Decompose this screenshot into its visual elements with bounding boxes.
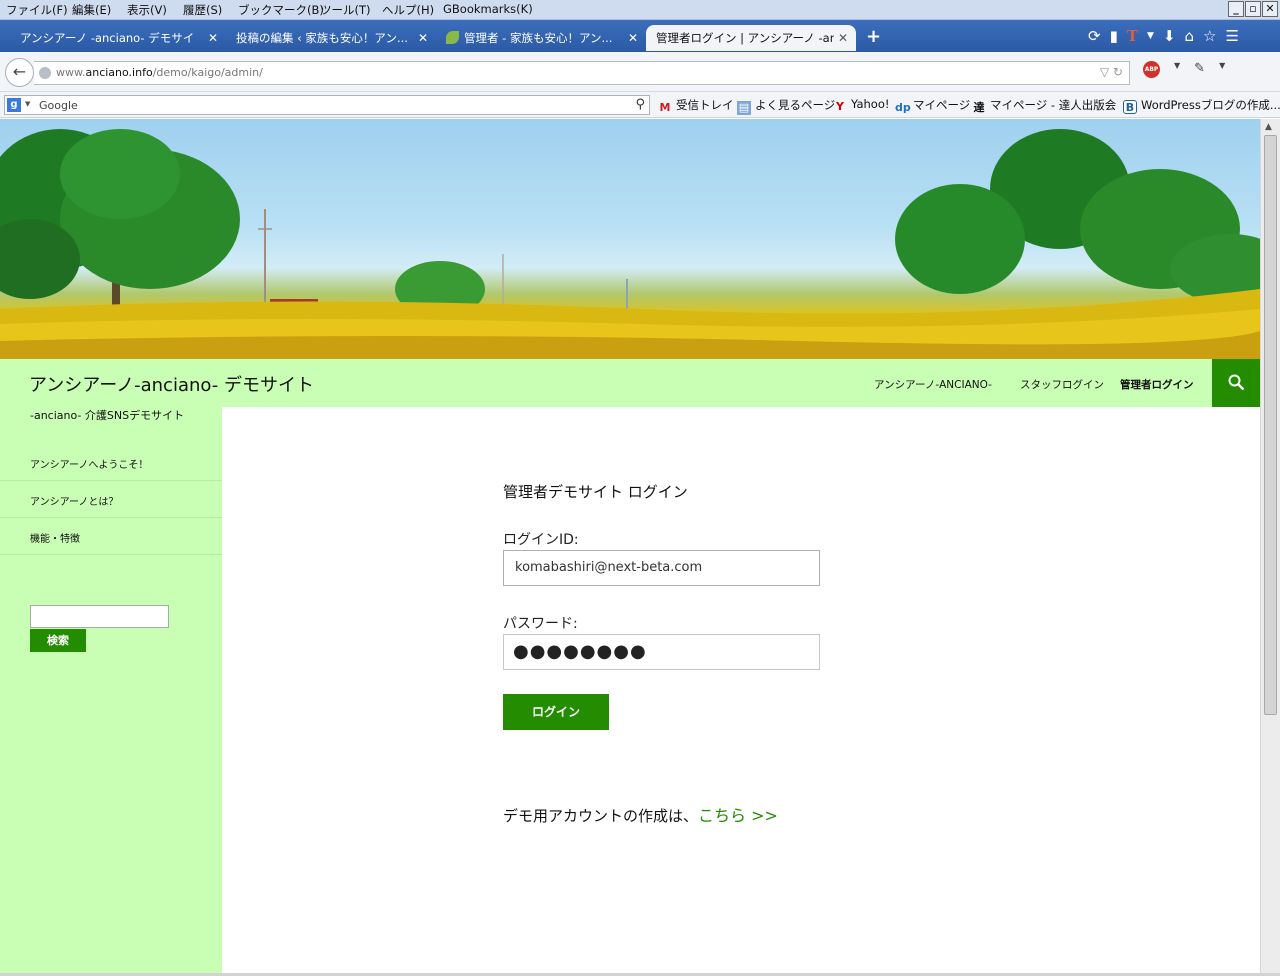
adblock-icon[interactable]: ABP [1143, 61, 1160, 78]
toolbar-icons: ⟳ ▮ T ▼ ⬇ ⌂ ☆ ☰ [1088, 27, 1239, 45]
nav-anciano[interactable]: アンシアーノ-ANCIANO- [874, 377, 992, 392]
bookmark-yahoo[interactable]: Y Yahoo! [833, 97, 889, 114]
scroll-up-icon[interactable]: ▲ [1265, 122, 1272, 132]
star-icon[interactable]: ☆ [1203, 27, 1216, 45]
nav-extension-icons: ABP ▼ ✎ ▼ [1143, 61, 1225, 78]
mypage-icon: dp [895, 101, 911, 114]
search-bar[interactable]: g ▼ Google ⚲ [4, 95, 650, 115]
chevron-down-icon[interactable]: ▼ [1174, 61, 1180, 78]
tab-admin[interactable]: 管理者 - 家族も安心！アン... ✕ [436, 25, 646, 51]
blog-icon: B [1123, 100, 1137, 114]
sidebar-item-label: アンシアーノとは？ [30, 497, 119, 508]
home-icon[interactable]: ⌂ [1185, 27, 1195, 45]
site-title[interactable]: アンシアーノ-anciano- デモサイト [29, 371, 314, 397]
password-label: パスワード: [503, 616, 578, 632]
menu-icon[interactable]: ☰ [1226, 27, 1239, 45]
tab-label: アンシアーノ -anciano- デモサイト... [20, 31, 195, 45]
menu-help[interactable]: ヘルプ(H) [382, 2, 434, 18]
tab-label: 管理者ログイン | アンシアーノ -anc... [656, 31, 834, 45]
tatsujin-icon: 達 [973, 101, 985, 114]
tab-admin-login[interactable]: 管理者ログイン | アンシアーノ -anc... ✕ [646, 25, 856, 51]
menu-view[interactable]: 表示(V) [127, 2, 167, 18]
menu-gbookmarks[interactable]: GBookmarks(K) [443, 2, 533, 16]
scrollbar-thumb[interactable] [1264, 135, 1277, 715]
arrow-left-icon: ← [12, 62, 27, 81]
google-icon: g [7, 98, 21, 112]
demo-account-text: デモ用アカウントの作成は、 [503, 807, 699, 825]
page-scrollbar[interactable]: ▲ [1260, 119, 1280, 973]
login-id-input[interactable]: komabashiri@next-beta.com [503, 550, 820, 586]
yahoo-icon: Y [836, 100, 844, 113]
sync-icon[interactable]: ⟳ [1088, 27, 1101, 45]
leaf-icon [446, 31, 459, 44]
menu-history[interactable]: 履歴(S) [183, 2, 222, 18]
tab-anciano-demo[interactable]: アンシアーノ -anciano- デモサイト... ✕ [10, 25, 226, 51]
search-icon [1228, 374, 1245, 391]
extension-icon[interactable]: ✎ [1194, 61, 1205, 78]
demo-account-line: デモ用アカウントの作成は、こちら >> [503, 802, 778, 826]
tab-edit-post[interactable]: 投稿の編集 ‹ 家族も安心！アン... ✕ [226, 25, 436, 51]
login-id-label: ログインID: [503, 532, 579, 548]
sidebar-item-label: アンシアーノへようこそ！ [30, 460, 149, 471]
tab-close-icon[interactable]: ✕ [208, 25, 218, 51]
tab-label: 投稿の編集 ‹ 家族も安心！アン... [236, 31, 408, 45]
restore-button[interactable]: ▫ [1245, 1, 1261, 17]
login-button[interactable]: ログイン [503, 694, 609, 730]
download-icon[interactable]: ⬇ [1163, 27, 1176, 45]
navigation-bar: ← www.anciano.info/demo/kaigo/admin/ ▽ ↻ [0, 52, 1280, 92]
page-icon: ▤ [737, 101, 751, 115]
password-input[interactable]: ●●●●●●●● [503, 634, 820, 670]
menu-edit[interactable]: 編集(E) [72, 2, 111, 18]
bookmark-tatsujin[interactable]: 達マイページ - 達人出版会 [972, 97, 1117, 115]
gmail-icon: M [659, 101, 671, 114]
url-text: www.anciano.info/demo/kaigo/admin/ [56, 66, 263, 79]
search-toggle-button[interactable] [1212, 359, 1260, 407]
tab-close-icon[interactable]: ✕ [418, 25, 428, 51]
search-engine-label: Google [39, 99, 78, 112]
globe-icon [39, 67, 51, 79]
nav-staff-login[interactable]: スタッフログイン [1020, 377, 1104, 392]
bookmark-mypage[interactable]: dp マイページ [895, 97, 970, 115]
back-button[interactable]: ← [5, 58, 34, 87]
address-bar[interactable]: www.anciano.info/demo/kaigo/admin/ ▽ ↻ [34, 61, 1130, 85]
menu-bookmarks[interactable]: ブックマーク(B) [238, 2, 324, 18]
reload-icon[interactable]: ▽ ↻ [1100, 65, 1123, 79]
search-icon[interactable]: ⚲ [635, 97, 645, 112]
site-header: アンシアーノ-anciano- デモサイト アンシアーノ-ANCIANO- スタ… [0, 359, 1260, 407]
bookmark-wordpress[interactable]: B WordPressブログの作成... [1123, 97, 1280, 114]
minimize-button[interactable]: _ [1228, 1, 1244, 17]
chevron-down-icon: ▼ [25, 100, 31, 108]
demo-account-link[interactable]: こちら >> [698, 806, 778, 825]
tab-close-icon[interactable]: ✕ [838, 25, 848, 51]
sidebar-item-label: 機能・特徴 [30, 534, 80, 545]
menu-file[interactable]: ファイル(F) [6, 2, 68, 18]
new-tab-button[interactable]: + [866, 26, 881, 47]
sidebar-item-welcome[interactable]: アンシアーノへようこそ！ [0, 444, 222, 481]
header-image-sunflower-field [0, 119, 1260, 359]
chevron-down-icon[interactable]: ▼ [1219, 61, 1225, 78]
nav-admin-login[interactable]: 管理者ログイン [1120, 377, 1194, 392]
sidebar: -anciano- 介護SNSデモサイト アンシアーノへようこそ！ アンシアーノ… [0, 407, 222, 973]
sidebar-item-about[interactable]: アンシアーノとは？ [0, 481, 222, 518]
close-window-button[interactable]: ✕ [1262, 1, 1278, 17]
tab-close-icon[interactable]: ✕ [628, 25, 638, 51]
chevron-down-icon[interactable]: ▼ [1147, 27, 1154, 45]
bookmark-inbox[interactable]: M 受信トレイ [658, 97, 734, 115]
t-icon[interactable]: T [1127, 27, 1138, 45]
menu-tools[interactable]: ツール(T) [320, 2, 371, 18]
window-controls: _ ▫ ✕ [1228, 1, 1278, 17]
login-title: 管理者デモサイト ログイン [503, 483, 688, 501]
sidebar-search-input[interactable] [30, 605, 169, 628]
bookmarks-icon[interactable]: ▮ [1110, 27, 1118, 45]
sidebar-search-button[interactable]: 検索 [30, 629, 86, 652]
bookmark-most-visited[interactable]: ▤ よく見るページ [737, 97, 835, 115]
main-content: 管理者デモサイト ログイン ログインID: komabashiri@next-b… [222, 407, 1260, 973]
sidebar-item-features[interactable]: 機能・特徴 [0, 518, 222, 555]
tab-label: 管理者 - 家族も安心！アン... [464, 31, 613, 45]
sunflower-field-illustration [0, 129, 1260, 359]
menu-bar: ファイル(F) 編集(E) 表示(V) 履歴(S) ブックマーク(B) ツール(… [0, 0, 1280, 20]
site-description: -anciano- 介護SNSデモサイト [30, 409, 185, 422]
